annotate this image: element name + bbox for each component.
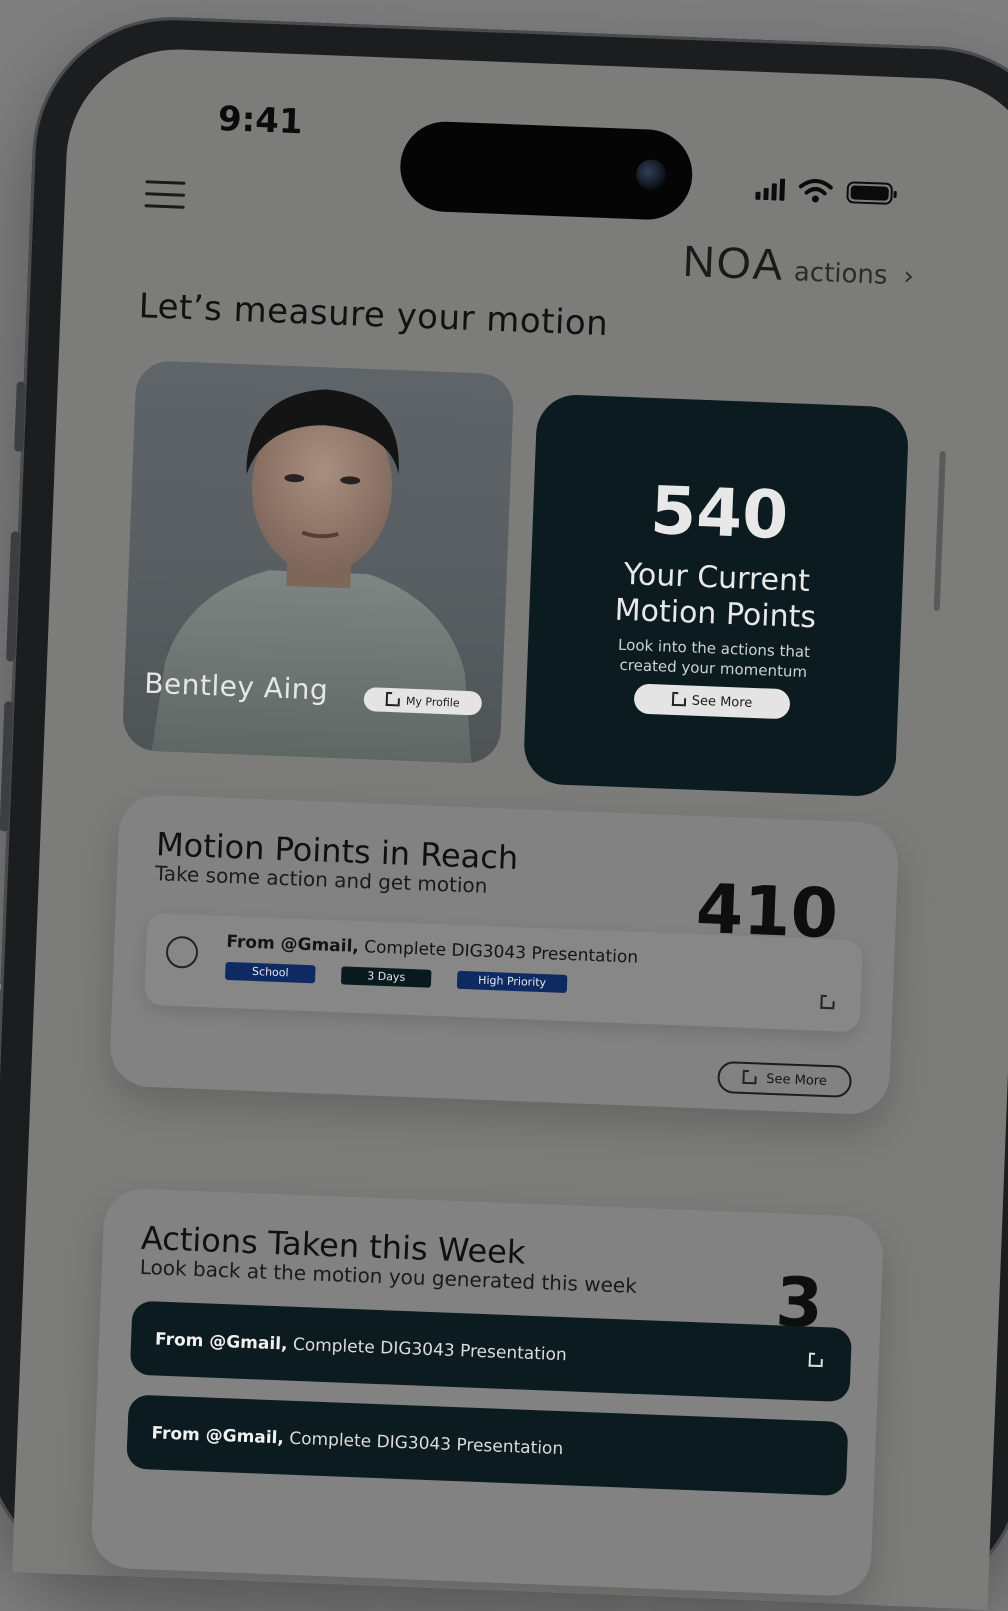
motion-points-value: 540: [648, 471, 790, 555]
tag-priority: High Priority: [456, 970, 568, 994]
brand-link[interactable]: NOA actions ›: [682, 237, 915, 296]
dynamic-island: [398, 120, 694, 222]
task-title: From @Gmail, Complete DIG3043 Presentati…: [226, 932, 638, 968]
wifi-icon: [798, 178, 833, 203]
week-action-item[interactable]: From @Gmail, Complete DIG3043 Presentati…: [129, 1300, 853, 1403]
task-tags: School 3 Days High Priority: [224, 961, 568, 994]
volume-up-button: [6, 531, 21, 662]
status-icons: [755, 176, 894, 207]
expand-icon: [742, 1071, 755, 1085]
task-text: Complete DIG3043 Presentation: [363, 937, 639, 968]
week-action-source: From @Gmail,: [151, 1423, 285, 1449]
my-profile-button[interactable]: My Profile: [363, 687, 483, 716]
status-time: 9:41: [217, 99, 304, 143]
chevron-right-icon: ›: [902, 261, 915, 292]
motion-points-title: Your Current Motion Points: [529, 553, 903, 639]
actions-this-week-panel: Actions Taken this Week Look back at the…: [90, 1187, 885, 1598]
expand-icon: [385, 693, 399, 707]
motion-points-card: 540 Your Current Motion Points Look into…: [522, 393, 910, 798]
week-action-title: From @Gmail, Complete DIG3043 Presentati…: [151, 1423, 563, 1459]
week-action-text: Complete DIG3043 Presentation: [292, 1334, 568, 1366]
tag-school: School: [224, 961, 316, 984]
cellular-signal-icon: [755, 178, 786, 201]
week-action-source: From @Gmail,: [154, 1329, 288, 1355]
task-checkbox[interactable]: [165, 935, 199, 969]
profile-card[interactable]: Bentley Aing My Profile: [121, 360, 515, 765]
profile-name: Bentley Aing: [143, 666, 329, 707]
phone-device: 9:41 NOA actions › Let’s measure your mo…: [0, 12, 1008, 1611]
reach-see-more-label: See More: [765, 1071, 828, 1089]
action-button: [14, 381, 26, 452]
week-action-item[interactable]: From @Gmail, Complete DIG3043 Presentati…: [126, 1394, 849, 1497]
task-source: From @Gmail,: [226, 931, 360, 957]
my-profile-label: My Profile: [405, 694, 460, 710]
battery-icon: [846, 181, 894, 205]
task-expand-icon[interactable]: [820, 996, 833, 1010]
brand-logo: NOA: [681, 236, 786, 290]
points-see-more-button[interactable]: See More: [633, 683, 791, 720]
page-title: Let’s measure your motion: [138, 286, 610, 345]
motion-points-description: Look into the actions that created your …: [527, 631, 900, 685]
motion-points-in-reach-panel: Motion Points in Reach Take some action …: [108, 793, 900, 1116]
tag-due: 3 Days: [340, 966, 432, 988]
hamburger-menu-icon[interactable]: [144, 180, 186, 218]
expand-icon[interactable]: [808, 1354, 822, 1368]
front-camera: [635, 159, 667, 191]
week-action-title: From @Gmail, Complete DIG3043 Presentati…: [155, 1329, 567, 1365]
volume-down-button: [0, 701, 14, 832]
brand-subtitle: actions: [793, 257, 889, 291]
expand-icon: [671, 693, 684, 707]
points-see-more-label: See More: [691, 693, 753, 711]
week-action-text: Complete DIG3043 Presentation: [288, 1428, 564, 1460]
app-screen: 9:41 NOA actions › Let’s measure your mo…: [12, 45, 1008, 1610]
reach-see-more-button[interactable]: See More: [717, 1060, 853, 1099]
scrollbar[interactable]: [933, 450, 946, 612]
